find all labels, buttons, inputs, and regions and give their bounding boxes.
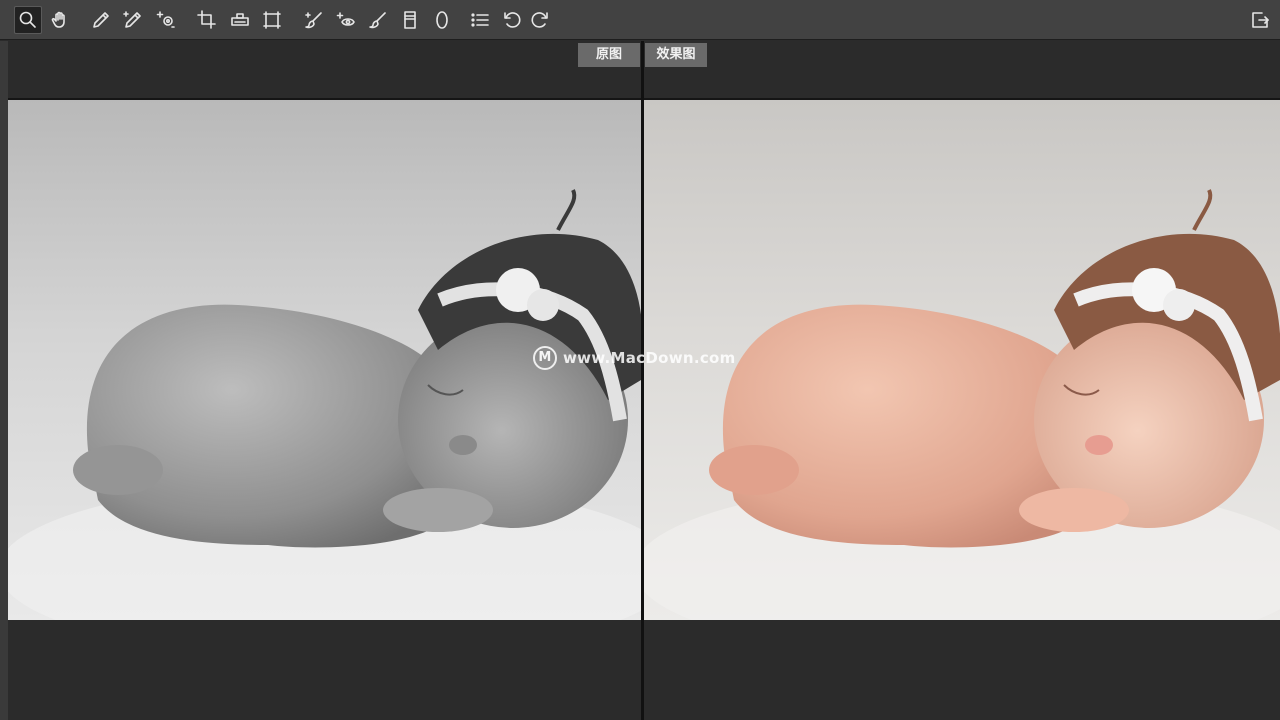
after-label: 效果图: [645, 43, 707, 67]
hand-icon: [51, 11, 65, 28]
eyedropper-icon: [93, 12, 109, 28]
transform-tool-button[interactable]: [258, 6, 286, 34]
radial-filter-tool-button[interactable]: [428, 6, 456, 34]
graduated-filter-tool-button[interactable]: [396, 6, 424, 34]
compare-divider[interactable]: [641, 41, 644, 720]
white-balance-tool-button[interactable]: [87, 6, 115, 34]
sampler-eyedropper-icon: [123, 11, 141, 28]
crop-tool-button[interactable]: [193, 6, 221, 34]
gradient-icon: [404, 11, 416, 29]
red-eye-icon: [336, 12, 355, 26]
photo-editor-window: 原图 效果图 M www.MacDown.com: [0, 0, 1280, 720]
before-label: 原图: [578, 43, 640, 67]
red-eye-tool-button[interactable]: [332, 6, 360, 34]
color-sampler-tool-button[interactable]: [119, 6, 147, 34]
level-icon: [231, 13, 249, 26]
hand-tool-button[interactable]: [46, 6, 74, 34]
after-image[interactable]: [644, 100, 1280, 620]
adjustment-brush-tool-button[interactable]: [364, 6, 392, 34]
ellipse-icon: [436, 11, 448, 29]
rotate-cw-icon: [531, 12, 548, 28]
rotate-ccw-icon: [504, 12, 521, 28]
brush-icon: [369, 12, 386, 29]
preferences-tool-button[interactable]: [466, 6, 494, 34]
list-icon: [471, 13, 489, 27]
rotate-left-button[interactable]: [498, 6, 526, 34]
toolbar: [0, 0, 1280, 40]
magnifier-icon: [19, 11, 36, 28]
rotate-right-button[interactable]: [526, 6, 554, 34]
targeted-adjustment-tool-button[interactable]: [152, 6, 180, 34]
straighten-tool-button[interactable]: [226, 6, 254, 34]
after-photo-render: [644, 100, 1280, 620]
export-icon: [1252, 12, 1269, 28]
target-adjust-icon: [156, 11, 175, 28]
crop-icon: [197, 10, 216, 29]
left-panel-edge: [0, 41, 8, 720]
watermark-logo: M: [533, 346, 557, 370]
export-button[interactable]: [1246, 6, 1274, 34]
spot-removal-tool-button[interactable]: [300, 6, 328, 34]
brush-heal-icon: [305, 12, 322, 29]
watermark-text: www.MacDown.com: [563, 349, 736, 367]
zoom-tool-button[interactable]: [14, 6, 42, 34]
watermark: M www.MacDown.com: [533, 346, 736, 370]
transform-icon: [263, 11, 281, 29]
